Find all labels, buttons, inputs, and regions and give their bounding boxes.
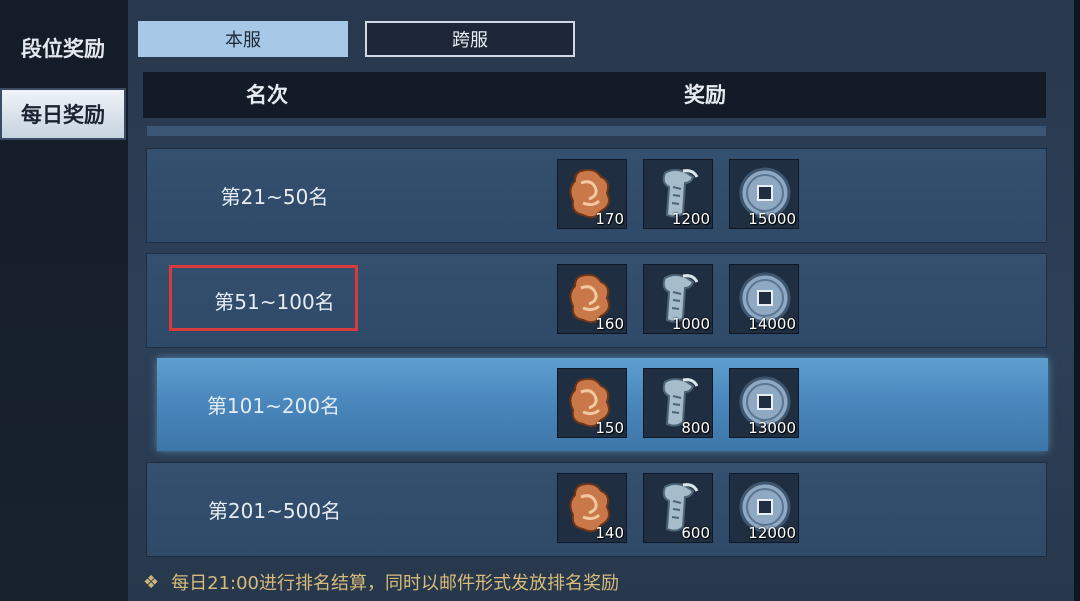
reward-quantity: 800 [681, 419, 710, 437]
reward-quantity: 170 [595, 210, 624, 228]
table-header: 名次 奖励 [143, 72, 1046, 118]
reward-quantity: 12000 [748, 524, 796, 542]
footer-note-text: 每日21:00进行排名结算，同时以邮件形式发放排名奖励 [171, 573, 620, 594]
header-rank: 名次 [246, 83, 288, 107]
reward-item[interactable]: 140 [557, 473, 627, 543]
annotation-highlight-box [169, 265, 358, 331]
reward-item[interactable]: 1000 [643, 264, 713, 334]
reward-item[interactable]: 12000 [729, 473, 799, 543]
reward-item[interactable]: 600 [643, 473, 713, 543]
reward-item[interactable]: 150 [557, 368, 627, 438]
reward-quantity: 13000 [748, 419, 796, 437]
reward-quantity: 1000 [671, 315, 710, 333]
reward-items: 160 1000 14000 [557, 264, 815, 334]
table-row[interactable]: 第21~50名 170 1200 15000 [147, 149, 1046, 242]
reward-items: 170 1200 15000 [557, 159, 815, 229]
table-row[interactable]: 第201~500名 140 600 12000 [147, 463, 1046, 556]
reward-item[interactable]: 170 [557, 159, 627, 229]
reward-items: 140 600 12000 [557, 473, 815, 543]
header-reward: 奖励 [684, 83, 726, 107]
reward-item[interactable]: 14000 [729, 264, 799, 334]
sidebar-item-rank-rewards[interactable]: 段位奖励 [0, 22, 126, 74]
rank-range-label: 第21~50名 [220, 185, 329, 209]
reward-item[interactable]: 15000 [729, 159, 799, 229]
panel-edge [1074, 0, 1080, 601]
reward-quantity: 14000 [748, 315, 796, 333]
tab-cross-server[interactable]: 跨服 [365, 21, 575, 57]
reward-quantity: 600 [681, 524, 710, 542]
sidebar: 段位奖励 每日奖励 [0, 0, 128, 601]
sidebar-item-daily-rewards[interactable]: 每日奖励 [0, 88, 126, 140]
rank-range-label: 第101~200名 [206, 394, 341, 418]
diamond-bullet-icon: ❖ [143, 571, 160, 593]
table-row[interactable]: 第101~200名 150 800 13000 [157, 358, 1048, 451]
tab-local-server[interactable]: 本服 [138, 21, 348, 57]
reward-quantity: 15000 [748, 210, 796, 228]
reward-item[interactable]: 1200 [643, 159, 713, 229]
reward-quantity: 160 [595, 315, 624, 333]
reward-quantity: 140 [595, 524, 624, 542]
reward-quantity: 150 [595, 419, 624, 437]
reward-items: 150 800 13000 [557, 368, 815, 438]
reward-quantity: 1200 [671, 210, 710, 228]
rank-range-label: 第201~500名 [207, 499, 342, 523]
reward-item[interactable]: 160 [557, 264, 627, 334]
reward-item[interactable]: 800 [643, 368, 713, 438]
partial-row-above [147, 126, 1046, 136]
reward-item[interactable]: 13000 [729, 368, 799, 438]
footer-note: ❖ 每日21:00进行排名结算，同时以邮件形式发放排名奖励 [143, 566, 619, 598]
